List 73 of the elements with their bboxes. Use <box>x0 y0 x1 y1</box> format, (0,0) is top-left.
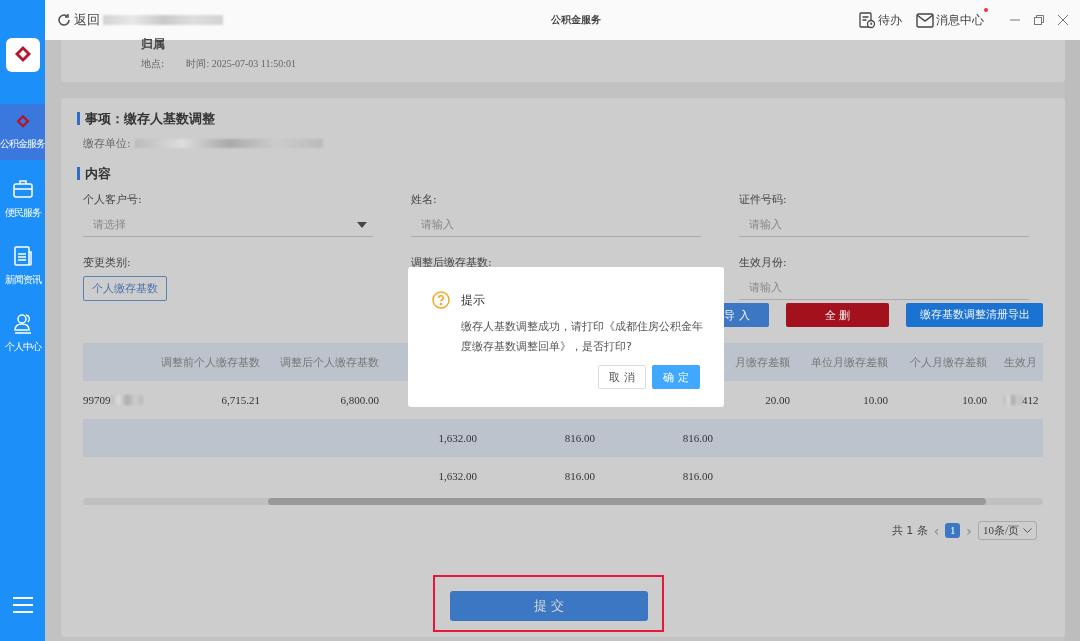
refresh-icon[interactable] <box>57 13 71 27</box>
record-time: 时间: 2025-07-03 11:50:01 <box>186 57 296 71</box>
page-button[interactable]: 1 <box>945 523 961 538</box>
table-cell: 816.00 <box>564 432 595 444</box>
menu-icon[interactable] <box>12 597 33 613</box>
column-header: 调整前个人缴存基数 <box>161 354 260 370</box>
column-header: 月缴存差额 <box>735 354 790 370</box>
dialog-title: 提示 <box>461 291 485 309</box>
dialog-message: 缴存人基数调整成功，请打印《成都住房公积金年度缴存基数调整回单》，是否打印? <box>461 319 704 355</box>
redacted-text <box>110 395 143 405</box>
message-center-button[interactable]: 消息中心 <box>916 11 984 29</box>
submit-button[interactable]: 提 交 <box>450 591 648 621</box>
vertical-scrollbar[interactable] <box>1065 40 1080 641</box>
user-icon <box>11 312 34 334</box>
section-heading: 事项：缴存人基数调整 <box>77 112 215 125</box>
table-cell: 6,715.21 <box>221 394 260 406</box>
restore-icon[interactable] <box>1034 15 1044 25</box>
field-label: 个人客户号: <box>83 192 143 207</box>
chevron-down-icon <box>1023 527 1032 534</box>
column-header: 调整后个人缴存基数 <box>280 354 379 370</box>
table-cell: 1,632.00 <box>438 470 477 482</box>
horizontal-scrollbar[interactable] <box>83 498 1043 505</box>
sidebar-item[interactable]: 新闻资讯 <box>0 238 45 294</box>
mail-icon <box>916 12 934 28</box>
todo-button[interactable]: 待办 <box>859 11 902 29</box>
window-title: 公积金服务 <box>551 13 601 27</box>
app-logo-icon <box>5 38 40 72</box>
column-header: 单位月缴存差额 <box>811 354 888 370</box>
dialog-button[interactable]: 确 定 <box>652 365 700 389</box>
table-cell: 20.00 <box>765 394 790 406</box>
table-cell: 99709 <box>83 394 111 406</box>
field-label: 生效月份: <box>739 255 788 270</box>
previous-page-button[interactable]: ‹ <box>933 522 940 539</box>
next-page-button[interactable]: › <box>966 522 972 539</box>
select-field[interactable]: 请选择 <box>83 213 373 237</box>
dropdown-caret-icon <box>357 221 367 228</box>
action-button[interactable]: 缴存基数调整清册导出 <box>906 303 1043 327</box>
back-link[interactable]: 返回 <box>74 11 100 29</box>
table-cell: 10.00 <box>962 394 987 406</box>
input-field[interactable]: 请输入 <box>739 213 1029 237</box>
column-header: 生效月 <box>1004 354 1037 370</box>
column-header: 个人月缴存差额 <box>910 354 987 370</box>
close-icon[interactable] <box>1058 15 1068 25</box>
unit-label: 缴存单位: <box>83 136 131 151</box>
total-count: 共 1 条 <box>891 523 928 538</box>
input-field[interactable]: 请输入 <box>411 213 701 237</box>
place-label: 地点: <box>141 57 165 71</box>
table-cell: 816.00 <box>682 432 713 444</box>
dialog-button[interactable]: 取 消 <box>598 365 646 389</box>
newspaper-icon <box>11 245 34 267</box>
field-label: 调整后缴存基数: <box>411 255 493 270</box>
sidebar-item[interactable]: 便民服务 <box>0 171 45 227</box>
page-size-select[interactable]: 10条/页 <box>977 521 1037 540</box>
sidebar-item[interactable]: 个人中心 <box>0 305 45 361</box>
redacted-text <box>1004 395 1022 405</box>
table-cell: 6,800.00 <box>340 394 379 406</box>
field-label: 姓名: <box>411 192 438 207</box>
action-button[interactable]: 全 删 <box>786 303 889 327</box>
question-icon <box>432 291 450 309</box>
table-cell: 412 <box>1022 394 1039 406</box>
field-label: 变更类别: <box>83 255 132 270</box>
sidebar-item[interactable]: 公积金服务 <box>0 104 45 160</box>
table-cell: 10.00 <box>863 394 888 406</box>
category-tag[interactable]: 个人缴存基数 <box>83 276 167 301</box>
input-field[interactable]: 请输入 <box>739 276 1029 300</box>
field-label: 证件号码: <box>739 192 788 207</box>
table-cell: 816.00 <box>682 470 713 482</box>
record-title: 归属 <box>141 36 166 53</box>
todo-icon <box>859 11 876 29</box>
table-cell: 1,632.00 <box>438 432 477 444</box>
briefcase-icon <box>11 178 34 200</box>
section-heading: 内容 <box>77 167 111 180</box>
table-cell: 816.00 <box>564 470 595 482</box>
